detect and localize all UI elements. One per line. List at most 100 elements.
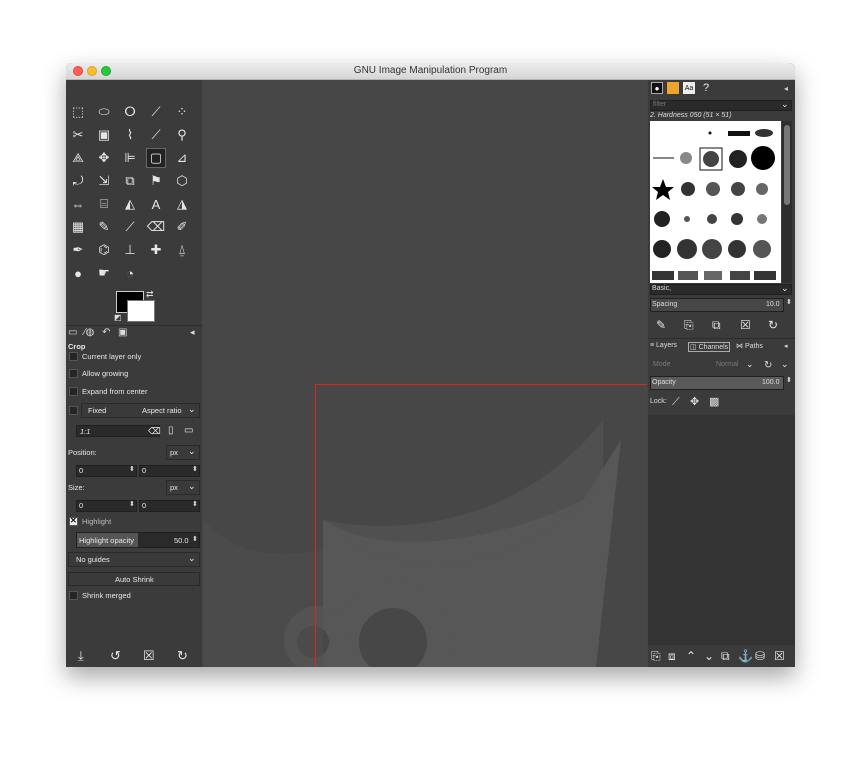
refresh-brushes-icon[interactable]: ↻ xyxy=(768,318,778,332)
paths-icon[interactable]: ⌇ xyxy=(120,125,140,145)
heal-icon[interactable]: ✚ xyxy=(146,240,166,260)
fixed-checkbox[interactable] xyxy=(69,406,78,415)
configure-tab-icon[interactable]: ◂ xyxy=(190,327,195,338)
color-select-icon[interactable]: ⁘ xyxy=(172,102,192,122)
landscape-icon[interactable]: ▭ xyxy=(184,425,193,436)
ellipse-select-icon[interactable]: ⬭ xyxy=(94,102,114,122)
brushes-tab-icon[interactable]: ● xyxy=(651,82,663,94)
perspective-clone-icon[interactable]: ⍙ xyxy=(172,240,192,260)
brush-filter-dropdown[interactable] xyxy=(650,100,792,111)
scale-icon[interactable]: ⇲ xyxy=(94,171,114,191)
shrink-merged-checkbox[interactable] xyxy=(69,591,78,600)
scrollbar-thumb[interactable] xyxy=(784,125,790,205)
allow-growing-checkbox[interactable] xyxy=(69,369,78,378)
expand-from-center-checkbox[interactable] xyxy=(69,387,78,396)
gradient-icon[interactable]: ◮ xyxy=(172,194,192,214)
fonts-tab-icon[interactable]: Aa xyxy=(683,82,695,94)
tab-layers[interactable]: ≡ Layers xyxy=(650,342,677,349)
stepper-icon[interactable]: ⬍ xyxy=(786,298,792,306)
stepper-icon[interactable]: ⬍ xyxy=(129,500,135,508)
eraser-icon[interactable]: ⌫ xyxy=(146,217,166,237)
configure-tab-icon[interactable]: ◂ xyxy=(784,342,788,350)
shear-icon[interactable]: ⧉ xyxy=(120,171,140,191)
size-height-input[interactable] xyxy=(139,500,200,512)
align-icon[interactable]: ⊫ xyxy=(120,148,140,168)
undo-history-tab-icon[interactable]: ↶ xyxy=(102,327,110,338)
restore-options-icon[interactable]: ↺ xyxy=(110,648,121,664)
current-layer-only-checkbox[interactable] xyxy=(69,352,78,361)
scissors-icon[interactable]: ✂ xyxy=(68,125,88,145)
measure-icon[interactable]: ⟁ xyxy=(68,148,88,168)
blur-icon[interactable]: ● xyxy=(68,263,88,283)
help-tab-icon[interactable]: ? xyxy=(700,82,712,94)
foreground-select-icon[interactable]: ▣ xyxy=(94,125,114,145)
new-layer-group-icon[interactable]: ⧈ xyxy=(668,649,676,664)
images-tab-icon[interactable]: ▣ xyxy=(118,327,127,338)
delete-brush-icon[interactable]: ☒ xyxy=(740,318,751,332)
lock-pixels-icon[interactable]: ⟋ xyxy=(672,396,680,409)
lower-layer-icon[interactable]: ⌄ xyxy=(704,649,714,663)
swap-colors-icon[interactable]: ⇄ xyxy=(146,289,154,300)
new-layer-icon[interactable]: ⎘ xyxy=(651,649,661,664)
mypaint-icon[interactable]: ⌬ xyxy=(94,240,114,260)
rotate-icon[interactable]: ⤾ xyxy=(68,171,88,191)
brush-grid[interactable] xyxy=(650,121,781,283)
stepper-icon[interactable]: ⬍ xyxy=(786,376,792,384)
delete-layer-icon[interactable]: ☒ xyxy=(774,649,785,663)
zoom-icon[interactable]: ⚲ xyxy=(172,125,192,145)
stepper-icon[interactable]: ⬍ xyxy=(192,500,198,508)
pencil-icon[interactable]: ✎ xyxy=(94,217,114,237)
text-icon[interactable]: A xyxy=(146,194,166,214)
new-brush-icon[interactable]: ⎘ xyxy=(684,318,694,333)
warp-icon[interactable]: ⚑ xyxy=(146,171,166,191)
dodge-burn-icon[interactable]: ◔ xyxy=(120,263,140,283)
crop-icon[interactable]: ▢ xyxy=(146,148,166,168)
lock-alpha-icon[interactable]: ▩ xyxy=(709,395,719,408)
move-icon[interactable]: ✥ xyxy=(94,148,114,168)
pattern-icon[interactable]: ▦ xyxy=(68,217,88,237)
smudge-icon[interactable]: ☛ xyxy=(94,263,114,283)
save-options-icon[interactable]: ⤓ xyxy=(78,648,84,664)
layer-mode-switch-icon[interactable]: ↻ xyxy=(764,360,772,371)
edit-brush-icon[interactable]: ✎ xyxy=(656,318,666,332)
brush-grid-scrollbar[interactable] xyxy=(782,121,792,283)
stepper-icon[interactable]: ⬍ xyxy=(192,465,198,473)
image-canvas[interactable] xyxy=(203,80,647,667)
anchor-layer-icon[interactable]: ⚓ xyxy=(738,649,753,663)
layer-mask-icon[interactable]: ⛁ xyxy=(755,649,765,663)
unified-transform-icon[interactable]: ⊿ xyxy=(172,148,192,168)
cage-icon[interactable]: ⌸ xyxy=(94,194,114,214)
flip-icon[interactable]: ⇔ xyxy=(68,194,88,214)
ink-icon[interactable]: ✒ xyxy=(68,240,88,260)
chevron-down-icon[interactable]: ⌄ xyxy=(781,359,789,370)
tool-options-tab-icon[interactable]: ▭ xyxy=(68,327,77,338)
tab-paths[interactable]: ⋈ Paths xyxy=(736,342,763,350)
color-picker-icon[interactable]: ⟋ xyxy=(146,125,166,145)
tab-channels[interactable]: ◫ Channels xyxy=(688,342,731,352)
chevron-down-icon[interactable]: ⌄ xyxy=(746,359,754,370)
layers-list[interactable] xyxy=(648,415,795,645)
rect-select-icon[interactable]: ⬚ xyxy=(68,102,88,122)
portrait-icon[interactable]: ▯ xyxy=(168,425,174,436)
device-status-tab-icon[interactable]: ⁄◍ xyxy=(84,327,94,338)
stepper-icon[interactable]: ⬍ xyxy=(129,465,135,473)
lock-position-icon[interactable]: ✥ xyxy=(690,395,699,408)
reset-colors-icon[interactable]: ◩ xyxy=(114,313,122,322)
fuzzy-select-icon[interactable]: ⟋ xyxy=(146,102,166,122)
position-x-input[interactable] xyxy=(76,465,137,477)
paintbrush-icon[interactable]: ⟋ xyxy=(120,217,140,237)
crop-rectangle[interactable] xyxy=(315,384,647,667)
size-width-input[interactable] xyxy=(76,500,137,512)
free-select-icon[interactable]: ⵔ xyxy=(120,102,140,122)
stepper-icon[interactable]: ⬍ xyxy=(192,535,198,543)
delete-options-icon[interactable]: ☒ xyxy=(143,648,155,664)
duplicate-brush-icon[interactable]: ⧉ xyxy=(712,318,721,333)
duplicate-layer-icon[interactable]: ⧉ xyxy=(721,649,730,664)
background-color-swatch[interactable] xyxy=(127,300,155,322)
position-y-input[interactable] xyxy=(139,465,200,477)
reset-options-icon[interactable]: ↻ xyxy=(177,648,188,664)
brush-tag-dropdown[interactable] xyxy=(650,284,792,295)
bucket-fill-icon[interactable]: ◭ xyxy=(120,194,140,214)
raise-layer-icon[interactable]: ⌃ xyxy=(686,649,696,663)
patterns-tab-icon[interactable] xyxy=(667,82,679,94)
